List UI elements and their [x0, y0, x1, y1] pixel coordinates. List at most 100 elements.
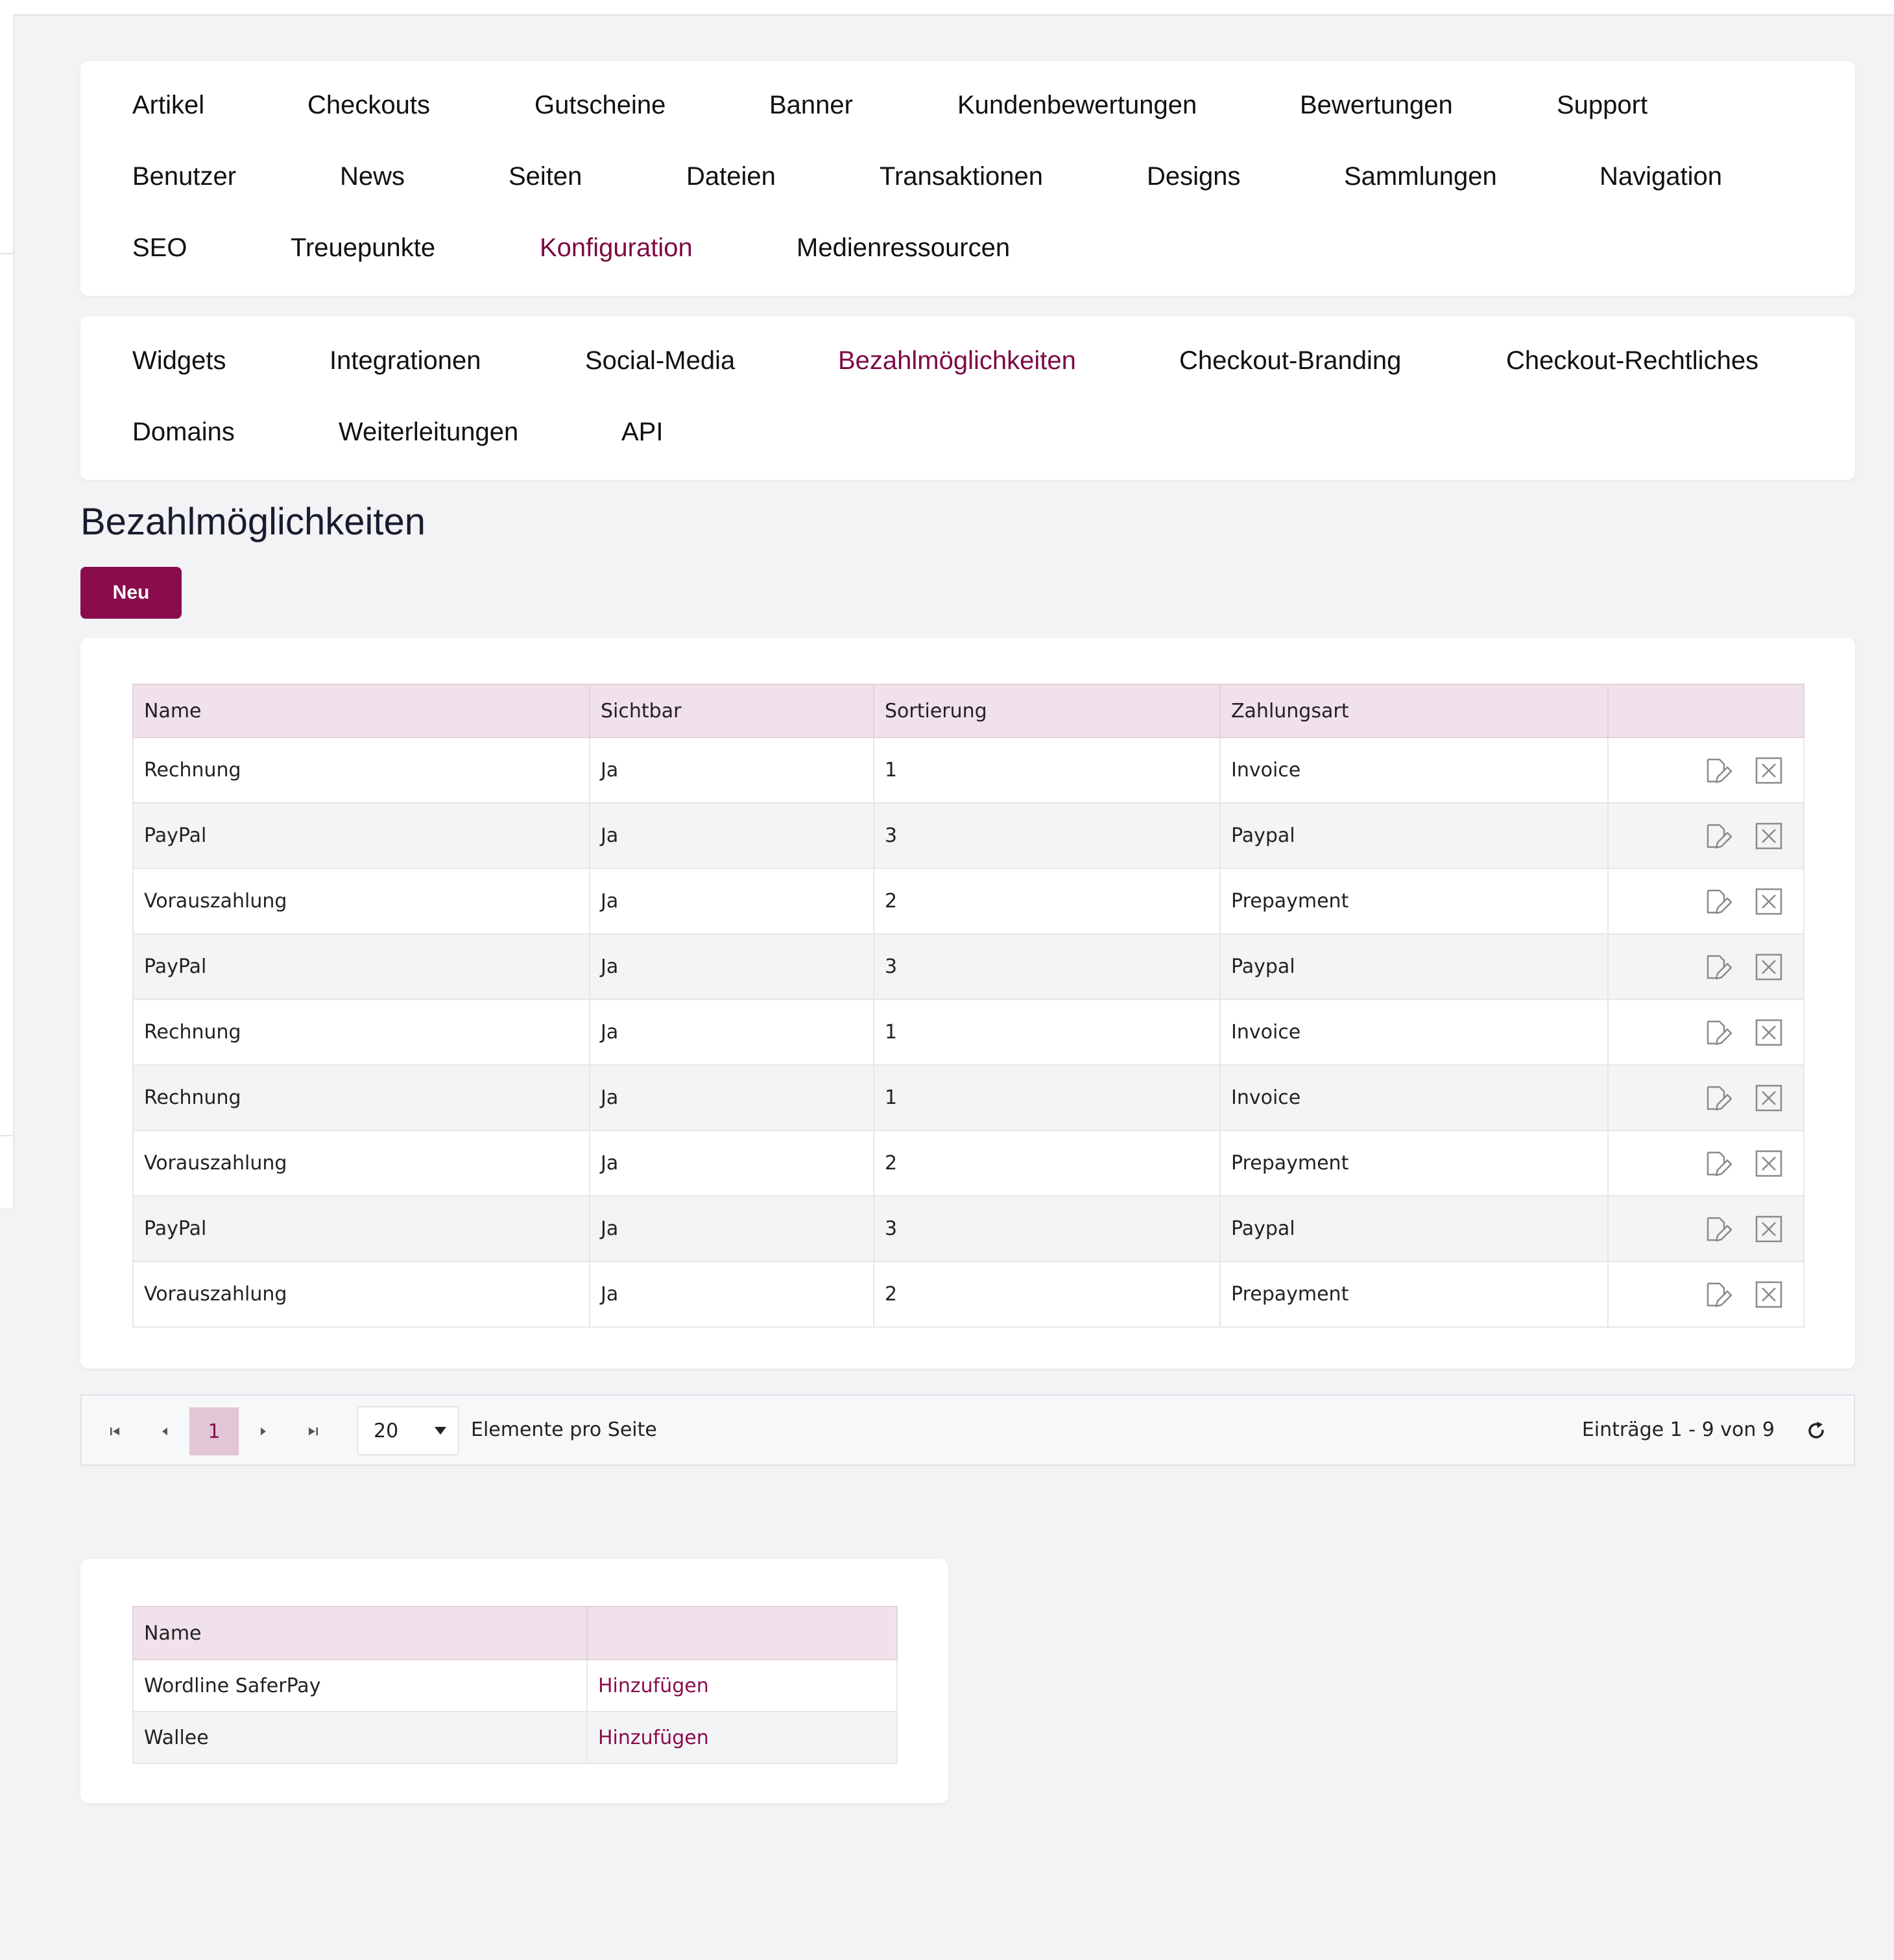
- nav-item-sammlungen[interactable]: Sammlungen: [1344, 161, 1497, 192]
- nav-item-checkouts[interactable]: Checkouts: [307, 90, 430, 121]
- table-row: Rechnung Ja 1 Invoice: [132, 1064, 1804, 1131]
- cell-sortierung: 3: [873, 933, 1221, 1000]
- column-header-name[interactable]: Name: [132, 684, 590, 738]
- nav-item-gutscheine[interactable]: Gutscheine: [534, 90, 665, 121]
- table-row: Vorauszahlung Ja 2 Prepayment: [132, 1261, 1804, 1328]
- nav-item-designs[interactable]: Designs: [1147, 161, 1241, 192]
- add-provider-link[interactable]: Hinzufügen: [598, 1675, 709, 1697]
- edit-icon[interactable]: [1702, 952, 1732, 982]
- nav-item-support[interactable]: Support: [1557, 90, 1648, 121]
- delete-icon[interactable]: [1754, 887, 1784, 916]
- column-header-sichtbar[interactable]: Sichtbar: [589, 684, 874, 738]
- sub-nav-item-domains[interactable]: Domains: [132, 416, 235, 448]
- cell-zahlungsart: Invoice: [1219, 999, 1609, 1066]
- sub-nav-item-api[interactable]: API: [621, 416, 663, 448]
- cell-name: Rechnung: [132, 737, 590, 804]
- cell-name: Rechnung: [132, 999, 590, 1066]
- nav-item-seiten[interactable]: Seiten: [509, 161, 582, 192]
- sub-nav-item-widgets[interactable]: Widgets: [132, 345, 226, 376]
- row-actions: [1607, 737, 1804, 804]
- last-page-icon[interactable]: [288, 1407, 337, 1455]
- edit-icon[interactable]: [1702, 1149, 1732, 1178]
- table-row: Vorauszahlung Ja 2 Prepayment: [132, 1130, 1804, 1197]
- payment-methods-card: Name Sichtbar Sortierung Zahlungsart Rec…: [80, 638, 1855, 1368]
- nav-item-kundenbewertungen[interactable]: Kundenbewertungen: [957, 90, 1197, 121]
- cell-sichtbar: Ja: [589, 1261, 874, 1328]
- column-header-zahlungsart[interactable]: Zahlungsart: [1219, 684, 1609, 738]
- nav-item-seo[interactable]: SEO: [132, 232, 187, 263]
- page-number-current[interactable]: 1: [189, 1407, 239, 1455]
- sub-nav-item-weiterleitungen[interactable]: Weiterleitungen: [339, 416, 518, 448]
- sub-nav-item-integrationen[interactable]: Integrationen: [330, 345, 481, 376]
- nav-item-banner[interactable]: Banner: [769, 90, 853, 121]
- sub-nav-item-checkout-rechtliches[interactable]: Checkout-Rechtliches: [1506, 345, 1758, 376]
- delete-icon[interactable]: [1754, 1083, 1784, 1113]
- delete-icon[interactable]: [1754, 1149, 1784, 1178]
- sub-nav-item-social-media[interactable]: Social-Media: [585, 345, 735, 376]
- table-row: PayPal Ja 3 Paypal: [132, 802, 1804, 869]
- next-page-icon[interactable]: [239, 1407, 288, 1455]
- nav-item-transaktionen[interactable]: Transaktionen: [880, 161, 1043, 192]
- top-bar: [0, 0, 1894, 16]
- edit-icon[interactable]: [1702, 1280, 1732, 1309]
- delete-icon[interactable]: [1754, 821, 1784, 851]
- payment-methods-table: Name Sichtbar Sortierung Zahlungsart Rec…: [132, 684, 1804, 1328]
- nav-item-dateien[interactable]: Dateien: [686, 161, 776, 192]
- delete-icon[interactable]: [1754, 1018, 1784, 1047]
- providers-table: Name Wordline SaferPay Hinzufügen Wallee…: [132, 1606, 898, 1764]
- nav-item-benutzer[interactable]: Benutzer: [132, 161, 236, 192]
- chevron-down-icon: [435, 1427, 446, 1435]
- cell-sichtbar: Ja: [589, 1064, 874, 1131]
- edit-icon[interactable]: [1702, 887, 1732, 916]
- nav-item-news[interactable]: News: [340, 161, 405, 192]
- delete-icon[interactable]: [1754, 1214, 1784, 1244]
- nav-item-artikel[interactable]: Artikel: [132, 90, 204, 121]
- cell-name: PayPal: [132, 802, 590, 869]
- cell-sortierung: 3: [873, 802, 1221, 869]
- providers-card: Name Wordline SaferPay Hinzufügen Wallee…: [80, 1559, 948, 1803]
- cell-sortierung: 2: [873, 868, 1221, 935]
- cell-sortierung: 3: [873, 1195, 1221, 1262]
- edit-icon[interactable]: [1702, 1214, 1732, 1244]
- cell-zahlungsart: Prepayment: [1219, 1261, 1609, 1328]
- delete-icon[interactable]: [1754, 1280, 1784, 1309]
- row-actions: [1607, 868, 1804, 935]
- column-header-sortierung[interactable]: Sortierung: [873, 684, 1221, 738]
- edit-icon[interactable]: [1702, 756, 1732, 785]
- column-header-name[interactable]: Name: [132, 1606, 588, 1660]
- nav-item-navigation[interactable]: Navigation: [1600, 161, 1722, 192]
- delete-icon[interactable]: [1754, 952, 1784, 982]
- edit-icon[interactable]: [1702, 821, 1732, 851]
- first-page-icon[interactable]: [91, 1407, 140, 1455]
- cell-name: PayPal: [132, 933, 590, 1000]
- cell-name: Vorauszahlung: [132, 1130, 590, 1197]
- edit-icon[interactable]: [1702, 1083, 1732, 1113]
- row-actions: [1607, 933, 1804, 1000]
- table-row: Wordline SaferPay Hinzufügen: [132, 1659, 898, 1712]
- cell-zahlungsart: Prepayment: [1219, 868, 1609, 935]
- left-sidebar-edge: [0, 14, 14, 1208]
- new-button[interactable]: Neu: [80, 567, 182, 619]
- sub-nav-item-bezahlmoeglichkeiten[interactable]: Bezahlmöglichkeiten: [838, 345, 1076, 376]
- nav-item-medienressourcen[interactable]: Medienressourcen: [797, 232, 1010, 263]
- nav-item-konfiguration[interactable]: Konfiguration: [540, 232, 693, 263]
- table-row: Rechnung Ja 1 Invoice: [132, 999, 1804, 1066]
- table-row: PayPal Ja 3 Paypal: [132, 933, 1804, 1000]
- cell-name: Rechnung: [132, 1064, 590, 1131]
- cell-sortierung: 1: [873, 1064, 1221, 1131]
- provider-name: Wordline SaferPay: [132, 1659, 588, 1712]
- delete-icon[interactable]: [1754, 756, 1784, 785]
- sub-nav-item-checkout-branding[interactable]: Checkout-Branding: [1179, 345, 1401, 376]
- table-row: PayPal Ja 3 Paypal: [132, 1195, 1804, 1262]
- page-size-select[interactable]: 20: [357, 1406, 459, 1455]
- nav-item-treuepunkte[interactable]: Treuepunkte: [291, 232, 435, 263]
- refresh-icon[interactable]: [1803, 1418, 1829, 1444]
- table-header-row: Name Sichtbar Sortierung Zahlungsart: [132, 684, 1804, 738]
- column-header-action: [586, 1606, 898, 1660]
- edit-icon[interactable]: [1702, 1018, 1732, 1047]
- add-provider-link[interactable]: Hinzufügen: [598, 1727, 709, 1749]
- cell-sichtbar: Ja: [589, 802, 874, 869]
- table-header-row: Name: [132, 1606, 898, 1660]
- nav-item-bewertungen[interactable]: Bewertungen: [1300, 90, 1453, 121]
- prev-page-icon[interactable]: [140, 1407, 189, 1455]
